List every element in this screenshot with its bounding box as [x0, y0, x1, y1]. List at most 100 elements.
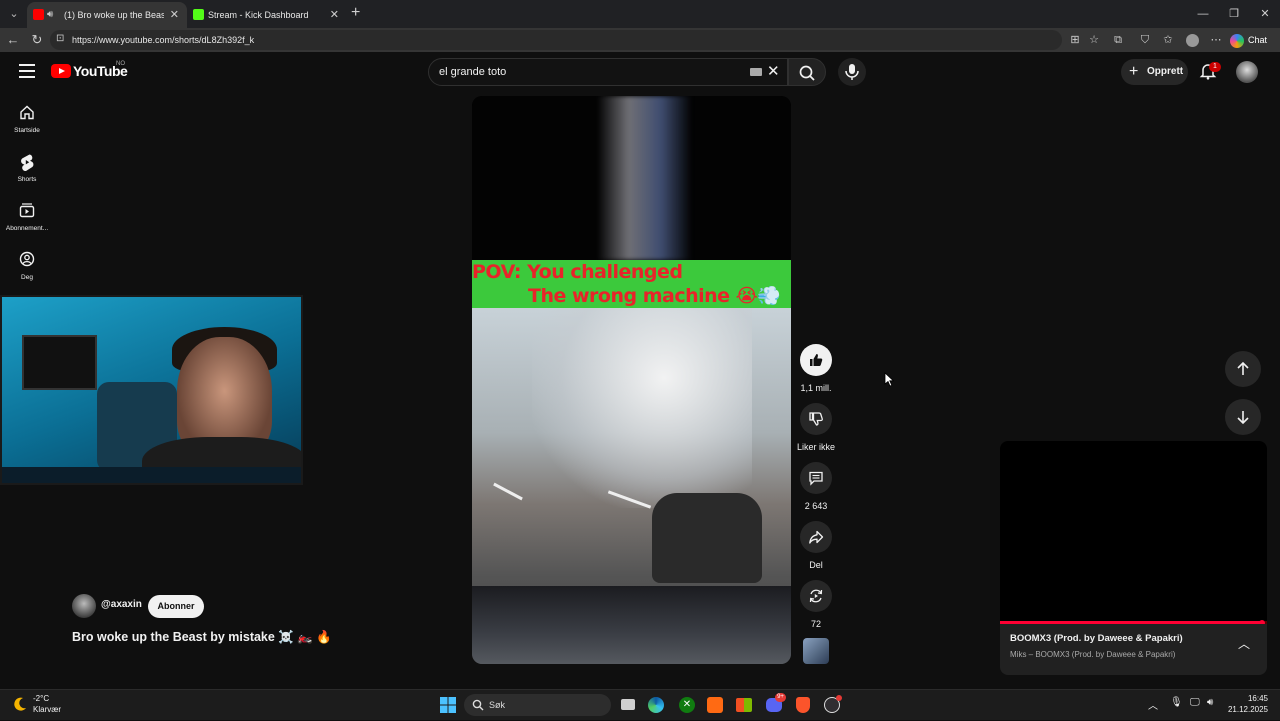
url-text: https://www.youtube.com/shorts/dL8Zh392f… [72, 35, 255, 45]
webcam-background-monitor [22, 335, 97, 390]
next-short-button[interactable] [1225, 399, 1261, 435]
profile-icon[interactable] [1183, 31, 1201, 49]
share-button[interactable] [800, 521, 832, 553]
dislike-button[interactable] [800, 403, 832, 435]
chevron-up-icon[interactable]: ︿ [1236, 636, 1252, 652]
task-view-icon[interactable] [617, 694, 639, 716]
mini-player-video[interactable] [1000, 441, 1267, 621]
tab-youtube[interactable]: 🔊︎ (1) Bro woke up the Beast by ✕ [27, 2, 187, 28]
like-action[interactable]: 1,1 mill. [795, 344, 837, 393]
road-lane-marking [493, 482, 523, 501]
notification-badge: 1 [1209, 62, 1221, 72]
sidebar-item-you[interactable]: Deg [0, 251, 54, 281]
comments-action[interactable]: 2 643 [795, 462, 837, 511]
search-input[interactable]: el grande toto ✕ [428, 58, 788, 86]
tab-title: (1) Bro woke up the Beast by [64, 10, 164, 20]
microphone-tray-icon[interactable]: 🎙︎ [1170, 697, 1183, 708]
discord-badge: 9+ [775, 693, 786, 702]
create-button[interactable]: + Opprett [1121, 59, 1188, 85]
keyboard-icon[interactable] [750, 68, 762, 76]
sidebar-item-subscriptions[interactable]: Abonnement... [0, 202, 54, 232]
network-icon[interactable]: 🖵︎ [1190, 697, 1200, 708]
share-action[interactable]: Del [795, 521, 837, 570]
mini-player-subtitle: Miks – BOOMX3 (Prod. by Daweee & Papakri… [1010, 650, 1176, 659]
close-tab-icon[interactable]: ✕ [330, 2, 339, 28]
discord-icon[interactable]: 9+ [763, 693, 786, 716]
taskbar-search[interactable]: Søk [464, 694, 611, 716]
weather-description[interactable]: Klarvær [33, 705, 61, 714]
plus-icon: + [1129, 63, 1139, 80]
new-tab-icon[interactable]: + [351, 3, 360, 23]
obs-studio-icon[interactable] [821, 694, 843, 716]
share-arrow-icon [809, 530, 824, 544]
browser-essentials-icon[interactable]: ⛉ [1136, 31, 1154, 49]
dislike-action[interactable]: Liker ikke [795, 403, 837, 452]
remix-button[interactable] [800, 580, 832, 612]
voice-search-button[interactable] [838, 58, 866, 86]
copilot-chat-button[interactable]: Chat [1230, 31, 1267, 49]
create-label: Opprett [1147, 66, 1184, 77]
sidebar-item-label: Shorts [17, 176, 37, 183]
shorts-video-player[interactable]: POV: You challenged The wrong machine 😭💨 [472, 96, 791, 664]
brave-browser-icon[interactable] [792, 694, 814, 716]
video-caption-banner: POV: You challenged The wrong machine 😭💨 [472, 260, 791, 308]
comment-icon [809, 471, 823, 486]
tab-list-chevron-icon[interactable]: ⌄ [4, 4, 24, 24]
sidebar-item-home[interactable]: Startside [0, 104, 54, 134]
menu-hamburger-icon[interactable] [19, 64, 35, 78]
minimize-icon[interactable]: — [1188, 4, 1218, 24]
refresh-icon[interactable]: ↻ [27, 30, 47, 50]
channel-name[interactable]: @axaxin [101, 599, 142, 610]
youtube-logo-icon[interactable] [51, 64, 71, 78]
video-light-streak [597, 96, 692, 260]
webcam-overlay [0, 295, 303, 485]
clear-search-icon[interactable]: ✕ [767, 62, 780, 82]
previous-short-button[interactable] [1225, 351, 1261, 387]
search-button[interactable] [788, 58, 826, 86]
mini-player[interactable]: BOOMX3 (Prod. by Daweee & Papakri) Miks … [1000, 441, 1267, 675]
video-smoke-cloud [532, 308, 752, 508]
weather-temperature[interactable]: -2°C [33, 694, 49, 703]
volume-icon[interactable]: 🔊︎ [1207, 697, 1213, 708]
moon-weather-icon[interactable] [12, 696, 28, 712]
show-hidden-icons[interactable]: ︿ [1148, 697, 1158, 712]
more-options-icon[interactable]: ⋯ [1207, 31, 1225, 49]
account-avatar[interactable] [1236, 61, 1258, 83]
tab-kick-dashboard[interactable]: Stream - Kick Dashboard ✕ [187, 2, 347, 28]
favorite-star-icon[interactable]: ☆ [1085, 31, 1103, 49]
extensions-icon[interactable]: ⧉ [1109, 31, 1127, 49]
like-button[interactable] [800, 344, 832, 376]
xbox-icon[interactable]: ✕ [676, 694, 698, 716]
windows-start-icon [440, 697, 456, 713]
search-icon [799, 65, 815, 81]
favorites-icon[interactable]: ✩ [1159, 31, 1177, 49]
caption-line-2: The wrong machine 😭💨 [528, 285, 781, 307]
subscribe-button[interactable]: Abonner [148, 595, 204, 618]
site-info-icon[interactable]: ⊡ [56, 33, 64, 44]
sound-thumbnail[interactable] [803, 638, 829, 664]
channel-avatar[interactable] [72, 594, 96, 618]
edge-browser-icon[interactable] [645, 694, 667, 716]
start-button[interactable] [437, 694, 459, 716]
remix-action[interactable]: 72 [795, 580, 837, 629]
video-car-dashboard [472, 586, 791, 664]
taskbar-date[interactable]: 21.12.2025 [1226, 705, 1268, 714]
copilot-icon [1230, 33, 1244, 48]
sidebar-item-label: Startside [14, 127, 40, 134]
microsoft-store-icon[interactable] [733, 694, 755, 716]
chat-label: Chat [1248, 35, 1268, 45]
tab-title: Stream - Kick Dashboard [208, 10, 309, 20]
address-bar[interactable]: ⊡ https://www.youtube.com/shorts/dL8Zh39… [50, 30, 1062, 50]
speaker-icon[interactable]: 🔊︎ [47, 2, 53, 28]
taskbar-time[interactable]: 16:45 [1230, 694, 1268, 703]
comments-button[interactable] [800, 462, 832, 494]
sidebar-item-shorts[interactable]: Shorts [0, 153, 54, 183]
country-code: NO [116, 61, 125, 67]
close-tab-icon[interactable]: ✕ [170, 2, 179, 28]
restore-icon[interactable]: ❐ [1219, 4, 1249, 24]
app-available-icon[interactable]: ⊞ [1066, 31, 1084, 49]
back-icon[interactable]: ← [3, 30, 23, 50]
orange-app-icon[interactable] [704, 694, 726, 716]
close-window-icon[interactable]: ✕ [1250, 4, 1280, 24]
youtube-favicon-icon [33, 9, 44, 20]
